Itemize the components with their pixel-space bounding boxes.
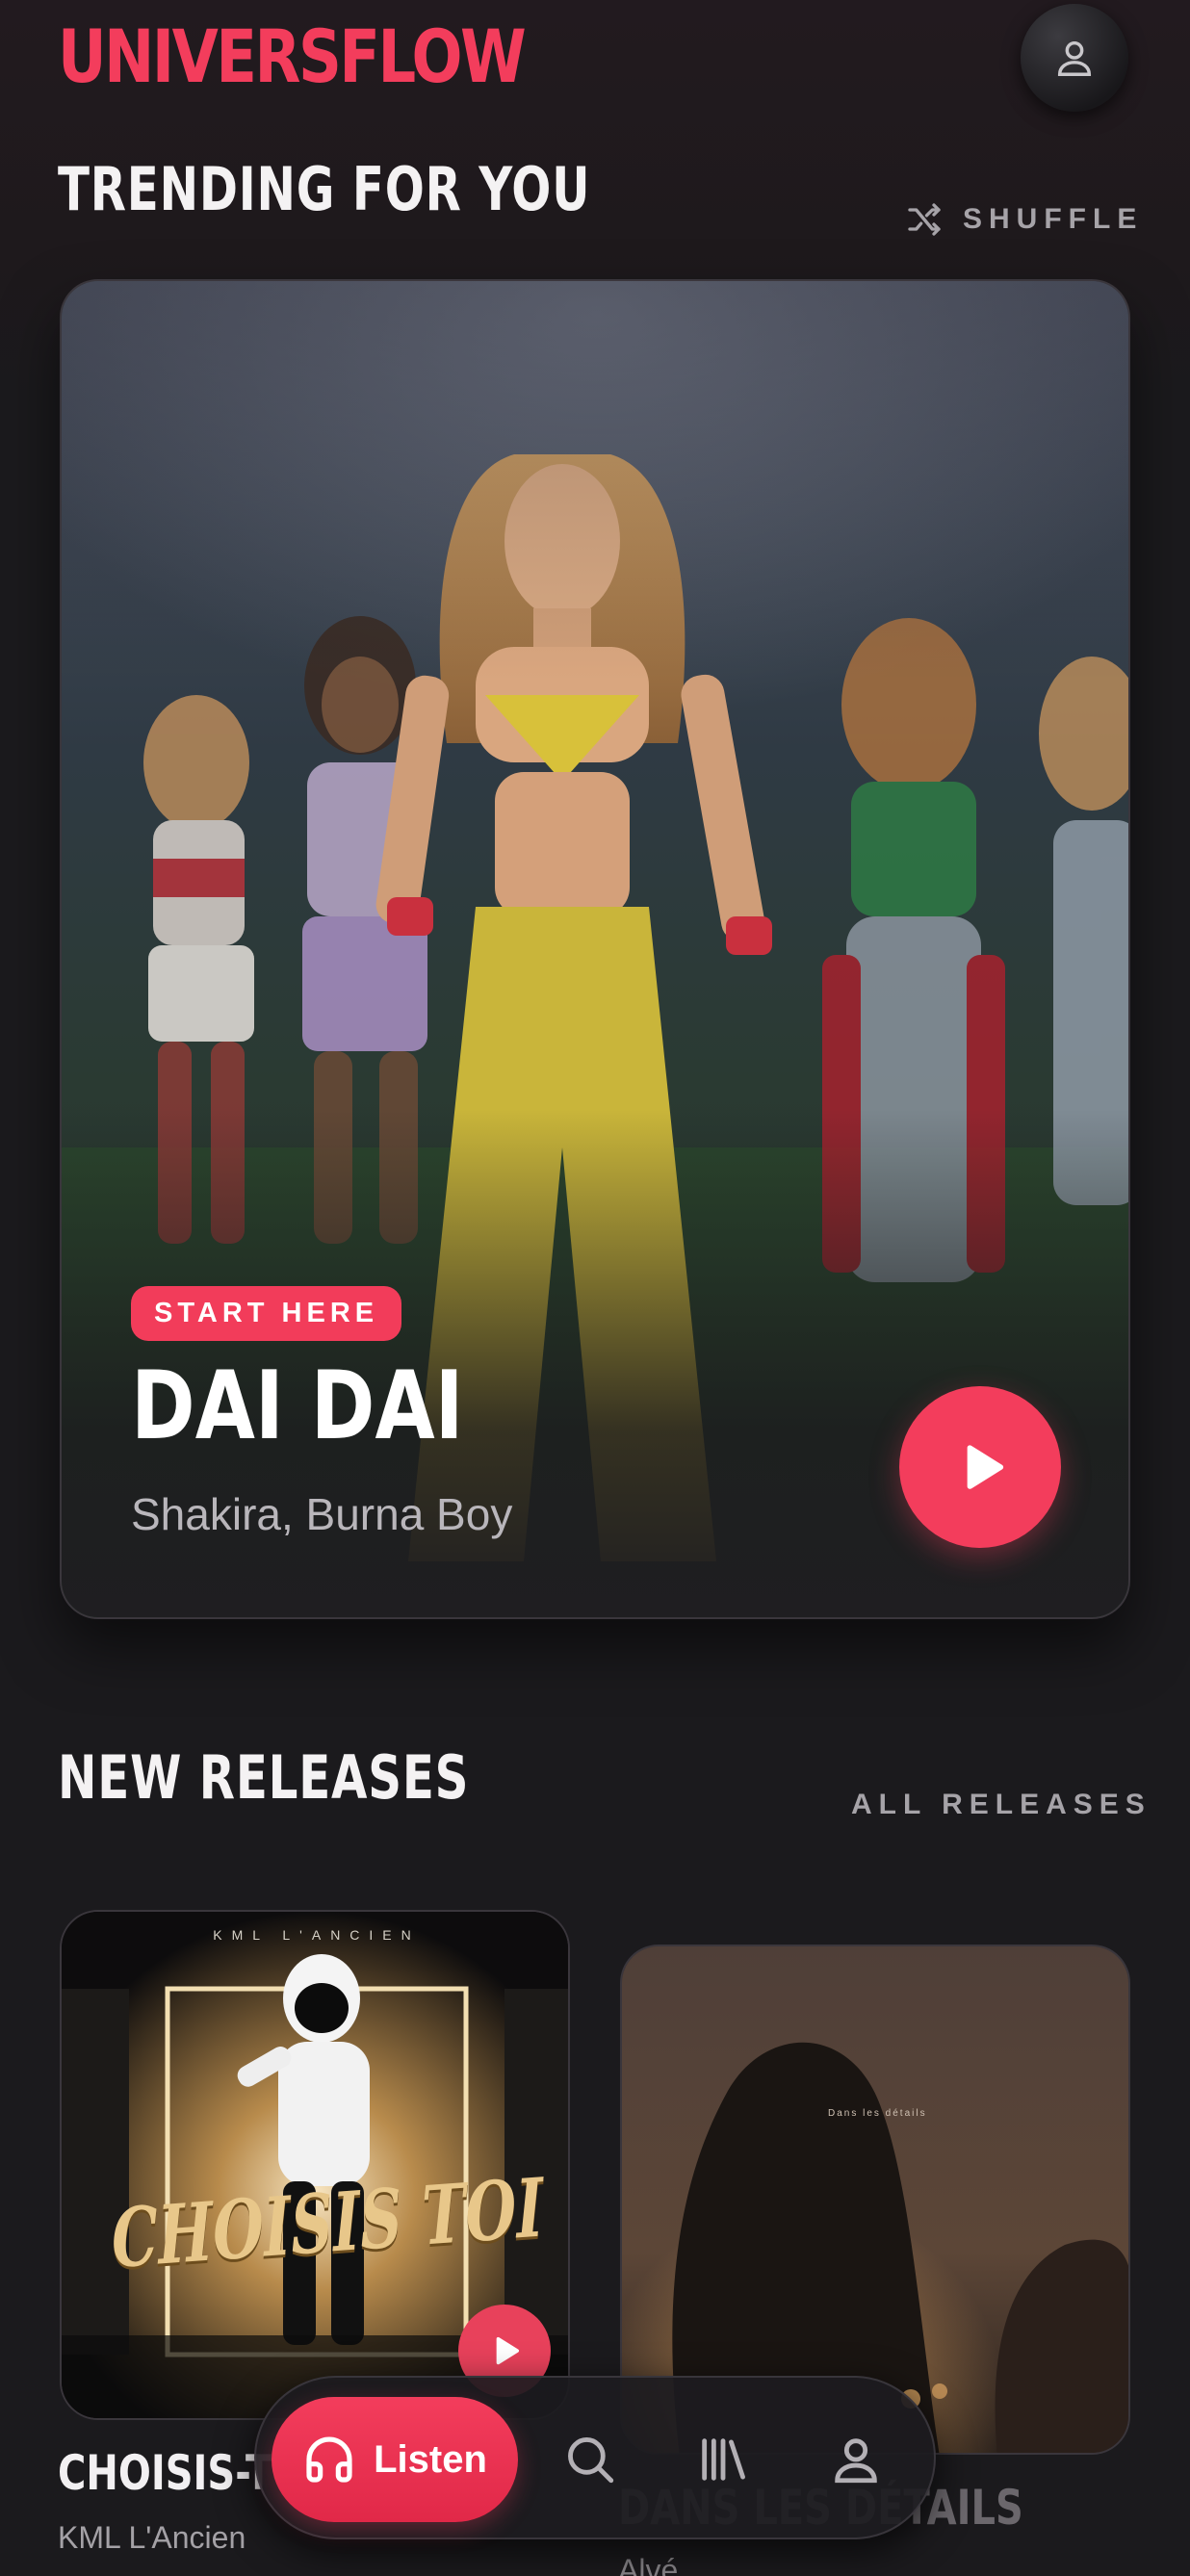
nav-search-tab[interactable] xyxy=(547,2416,634,2503)
nav-library-tab[interactable] xyxy=(680,2416,766,2503)
bottom-nav: Listen xyxy=(254,2376,936,2539)
nav-profile-tab[interactable] xyxy=(813,2416,899,2503)
shuffle-icon xyxy=(908,203,941,236)
start-here-badge: START HERE xyxy=(131,1286,402,1341)
user-icon xyxy=(1057,40,1092,76)
nav-listen-label: Listen xyxy=(374,2437,487,2481)
featured-track-artists: Shakira, Burna Boy xyxy=(131,1489,513,1539)
release-artist-dans-les-details: Alvé xyxy=(618,2553,679,2576)
play-icon xyxy=(496,2336,520,2365)
trending-section-title: TRENDING FOR YOU xyxy=(58,154,591,224)
all-releases-link[interactable]: ALL RELEASES xyxy=(851,1789,1151,1821)
headphones-icon xyxy=(306,2436,352,2483)
search-icon xyxy=(568,2437,614,2484)
release-card-choisis-toi[interactable]: KML L'ANCIEN CHOISIS TOI xyxy=(60,1910,570,2420)
cover-title-text: Dans les détails xyxy=(828,2108,927,2119)
featured-track-title: DAI DAI xyxy=(131,1352,464,1461)
shuffle-label: SHUFFLE xyxy=(963,203,1144,235)
all-releases-label: ALL RELEASES xyxy=(851,1789,1151,1820)
library-icon xyxy=(702,2438,745,2481)
profile-icon xyxy=(835,2438,877,2484)
play-icon xyxy=(967,1445,1004,1489)
release-artist-choisis-toi: KML L'Ancien xyxy=(58,2520,246,2555)
nav-listen-tab[interactable]: Listen xyxy=(272,2397,518,2522)
new-releases-title: NEW RELEASES xyxy=(58,1742,470,1813)
featured-track-card[interactable]: START HERE DAI DAI Shakira, Burna Boy xyxy=(60,279,1130,1619)
cover-artist-text: KML L'ANCIEN xyxy=(213,1927,421,1943)
featured-play-button[interactable] xyxy=(899,1386,1061,1548)
account-button[interactable] xyxy=(1021,4,1128,112)
shuffle-button[interactable]: SHUFFLE xyxy=(903,200,1143,239)
app-logo: UNIVERSFLOW xyxy=(58,13,527,99)
